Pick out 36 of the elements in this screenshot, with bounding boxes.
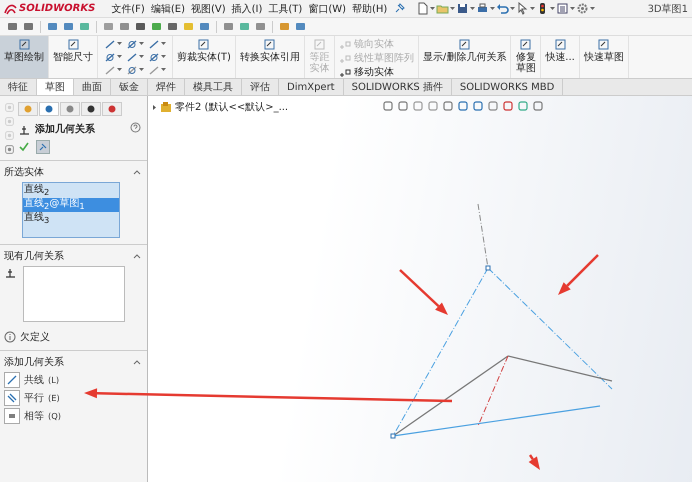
section-heading: 所选实体 xyxy=(4,166,44,179)
selection-list[interactable]: 直线$_{2}$ 直线$_{2}$@草图$_{1}$ 直线$_{3}$ xyxy=(22,182,120,238)
menu-item[interactable]: 文件(F) xyxy=(111,2,145,16)
menu-item[interactable]: 工具(T) xyxy=(268,2,302,16)
section-heading: 现有几何关系 xyxy=(4,250,64,263)
menu-item[interactable]: 帮助(H) xyxy=(352,2,388,16)
tab[interactable]: 焊件 xyxy=(148,79,185,95)
tab[interactable]: 评估 xyxy=(242,79,279,95)
menu-item[interactable]: 窗口(W) xyxy=(308,2,346,16)
menu-item[interactable]: 编辑(E) xyxy=(150,2,185,16)
ribbon-button[interactable]: 草图绘制 xyxy=(0,36,49,78)
document-title: 3D草图1 xyxy=(648,2,688,16)
status-text: 欠定义 xyxy=(20,330,50,344)
app-logo: SOLIDWORKS xyxy=(19,3,96,14)
tab[interactable]: 模具工具 xyxy=(185,79,242,95)
tab[interactable]: 草图 xyxy=(37,79,74,95)
tab[interactable]: 钣金 xyxy=(111,79,148,95)
ribbon-button[interactable]: 快速... xyxy=(541,36,580,78)
tab[interactable]: SOLIDWORKS MBD xyxy=(452,79,564,95)
ribbon-button[interactable]: 转换实体引用 xyxy=(236,36,305,78)
ribbon-button[interactable]: 快速草图 xyxy=(580,36,629,78)
menu-item[interactable]: 视图(V) xyxy=(190,2,226,16)
ribbon-button[interactable]: 移动实体 xyxy=(338,65,414,79)
list-item[interactable]: 直线$_{3}$ xyxy=(23,212,119,226)
tree-item[interactable]: 零件2 (默认<<默认>_... xyxy=(175,100,288,114)
tab[interactable]: SOLIDWORKS 插件 xyxy=(344,79,452,95)
panel-title: 添加几何关系 xyxy=(35,122,95,136)
tab[interactable]: 曲面 xyxy=(74,79,111,95)
ribbon-button[interactable]: 显示/删除几何关系 xyxy=(418,36,512,78)
list-item[interactable]: 直线$_{2}$ xyxy=(23,184,119,198)
ribbon-button[interactable]: 修复草图 xyxy=(511,36,542,78)
ribbon-button[interactable]: 智能尺寸 xyxy=(49,36,98,78)
menu-item[interactable]: 插入(I) xyxy=(232,2,262,16)
ribbon-button[interactable]: 剪裁实体(T) xyxy=(173,36,236,78)
tab[interactable]: DimXpert xyxy=(279,79,344,95)
section-heading: 添加几何关系 xyxy=(4,356,64,369)
